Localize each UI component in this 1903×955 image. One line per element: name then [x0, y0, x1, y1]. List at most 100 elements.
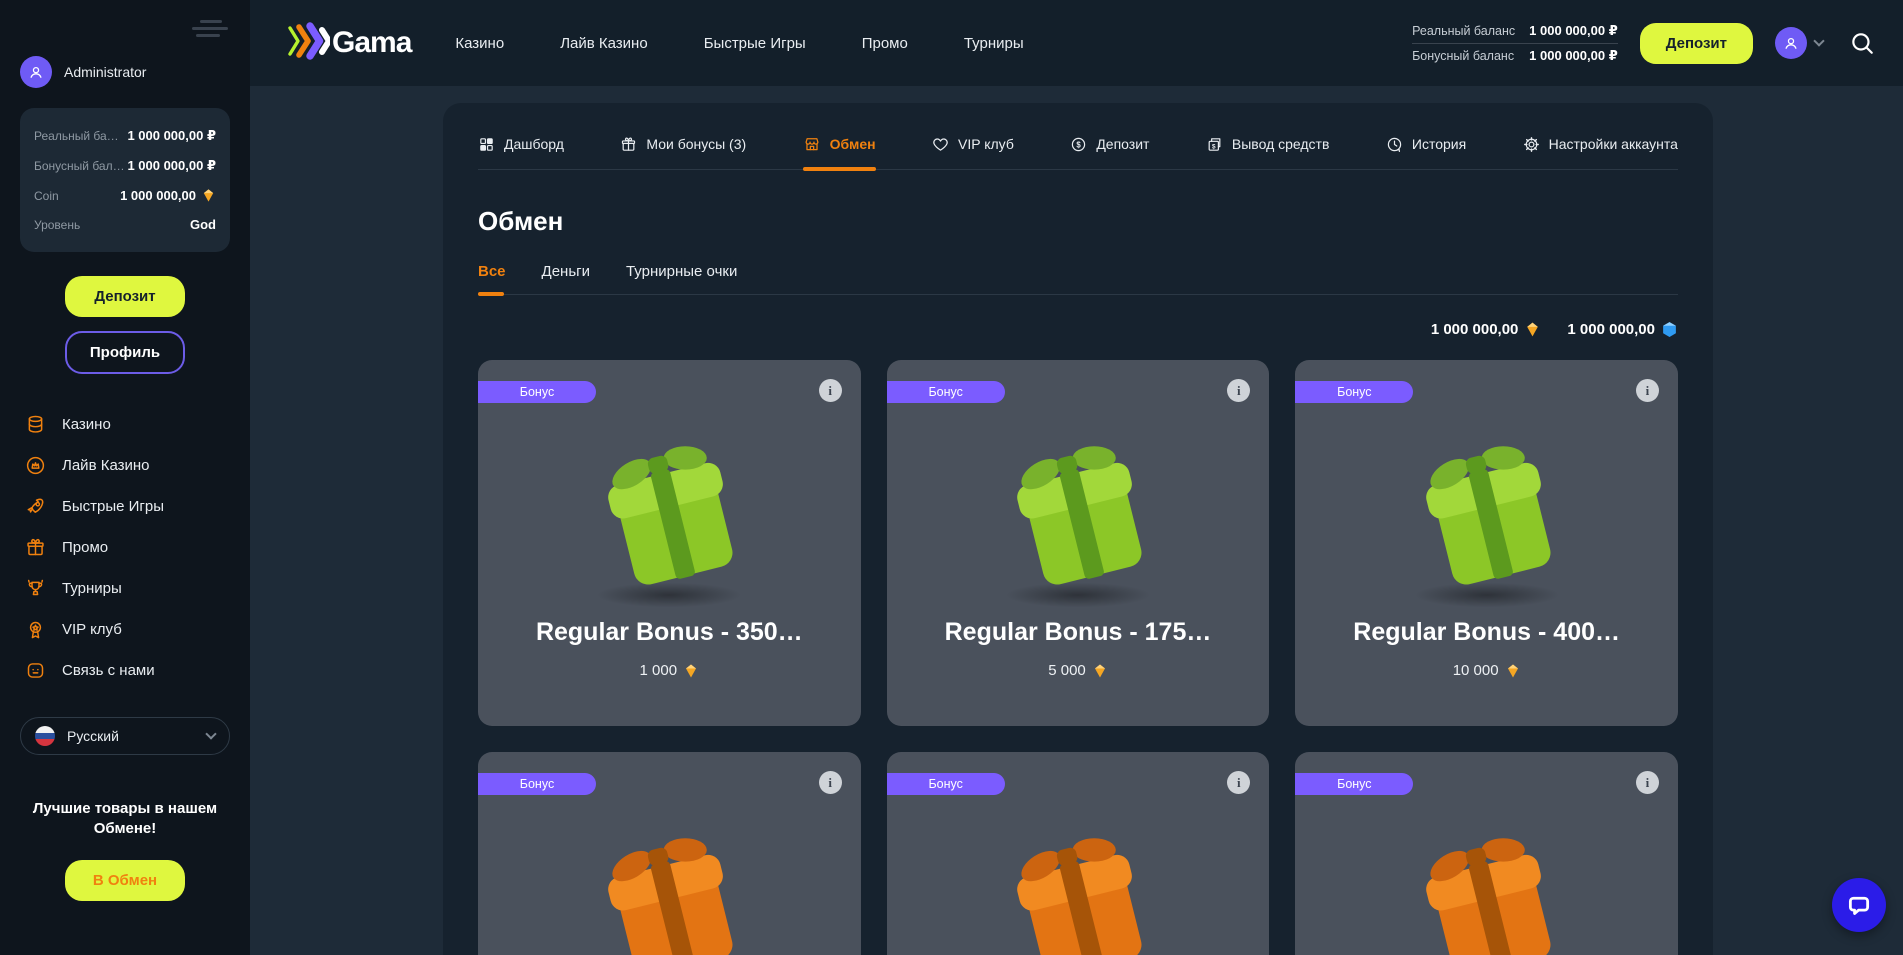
- dashboard-icon: [478, 136, 495, 153]
- sidebar-item-label: Быстрые Игры: [62, 498, 164, 515]
- real-balance-label: Реальный баланс: [1412, 24, 1515, 38]
- vip-club-icon: [932, 136, 949, 153]
- tab-vip-club[interactable]: VIP клуб: [932, 136, 1014, 169]
- hamburger-icon[interactable]: [188, 16, 228, 40]
- bonus-card[interactable]: Бонус i Regular Bonus - 175… 5 000: [887, 360, 1270, 726]
- info-icon[interactable]: i: [1636, 379, 1659, 402]
- gem-orange-icon: [201, 188, 216, 203]
- sidebar-item-promo[interactable]: Промо: [20, 527, 230, 568]
- russian-flag-icon: [35, 726, 55, 746]
- chat-widget-button[interactable]: [1832, 878, 1886, 932]
- sidebar-item-tournaments[interactable]: Турниры: [20, 568, 230, 609]
- top-header: Gama Казино Лайв Казино Быстрые Игры Про…: [250, 0, 1903, 86]
- search-button[interactable]: [1849, 30, 1875, 56]
- sidebar-item-casino[interactable]: Казино: [20, 404, 230, 445]
- stat-value: 1 000 000,00 ₽: [127, 128, 216, 144]
- tab-my-bonuses[interactable]: Мои бонусы (3): [620, 136, 746, 169]
- tab-dashboard[interactable]: Дашборд: [478, 136, 564, 169]
- gift-box-image: [579, 432, 759, 604]
- sidebar: Administrator Реальный ба… 1 000 000,00 …: [0, 0, 250, 955]
- promo-icon: [24, 537, 46, 558]
- gift-box-image: [988, 432, 1168, 604]
- bonus-card-title: Regular Bonus - 400…: [1295, 618, 1678, 647]
- nav-item-live-casino[interactable]: Лайв Казино: [560, 35, 648, 52]
- settings-icon: [1523, 136, 1540, 153]
- gama-logo[interactable]: Gama: [286, 22, 411, 64]
- tab-withdraw[interactable]: $ Вывод средств: [1206, 136, 1330, 169]
- subtab-tournament-points[interactable]: Турнирные очки: [626, 263, 737, 294]
- tab-exchange[interactable]: Обмен: [803, 135, 876, 169]
- sidebar-promo-text: Лучшие товары в нашем Обмене!: [20, 799, 230, 840]
- history-icon: [1386, 136, 1403, 153]
- tab-label: VIP клуб: [958, 136, 1014, 152]
- stat-row-bonus-balance: Бонусный бал… 1 000 000,00 ₽: [34, 151, 216, 181]
- nav-item-tournaments[interactable]: Турниры: [964, 35, 1024, 52]
- sidebar-item-fast-games[interactable]: Быстрые Игры: [20, 486, 230, 527]
- deposit-icon: $: [1070, 136, 1087, 153]
- bonus-badge: Бонус: [478, 773, 596, 795]
- sidebar-item-label: Промо: [62, 539, 108, 556]
- bonus-balance-label: Бонусный баланс: [1412, 49, 1514, 63]
- stat-label: Бонусный бал…: [34, 159, 125, 173]
- page-title: Обмен: [478, 206, 1678, 237]
- tab-label: Дашборд: [504, 136, 564, 152]
- bonus-card-title: Regular Bonus - 350…: [478, 618, 861, 647]
- bonus-card[interactable]: Бонус i: [887, 752, 1270, 955]
- user-avatar-icon: [1775, 27, 1807, 59]
- sidebar-item-label: Связь с нами: [62, 662, 155, 679]
- fast-games-icon: [24, 496, 46, 517]
- bonus-badge: Бонус: [1295, 773, 1413, 795]
- header-deposit-button[interactable]: Депозит: [1640, 23, 1753, 64]
- my-bonuses-icon: [620, 136, 637, 153]
- sidebar-deposit-button[interactable]: Депозит: [65, 276, 185, 317]
- bonus-card[interactable]: Бонус i: [478, 752, 861, 955]
- withdraw-icon: $: [1206, 136, 1223, 153]
- subtab-money[interactable]: Деньги: [542, 263, 590, 294]
- coin-balance: 1 000 000,00: [1431, 321, 1542, 338]
- stat-value: 1 000 000,00 ₽: [127, 158, 216, 174]
- sidebar-item-vip-club[interactable]: VIP клуб: [20, 609, 230, 650]
- tab-label: Вывод средств: [1232, 136, 1330, 152]
- chat-bubble-icon: [1845, 891, 1873, 919]
- sidebar-profile-button[interactable]: Профиль: [65, 331, 185, 374]
- bonus-card[interactable]: Бонус i Regular Bonus - 400… 10 000: [1295, 360, 1678, 726]
- info-icon[interactable]: i: [819, 771, 842, 794]
- info-icon[interactable]: i: [819, 379, 842, 402]
- user-avatar-icon: [20, 56, 52, 88]
- sidebar-item-live-casino[interactable]: Лайв Казино: [20, 445, 230, 486]
- nav-item-promo[interactable]: Промо: [862, 35, 908, 52]
- tournaments-icon: [24, 578, 46, 599]
- casino-icon: [24, 414, 46, 435]
- stat-value: God: [190, 217, 216, 232]
- tab-label: История: [1412, 136, 1466, 152]
- bonus-card-price: 10 000: [1295, 662, 1678, 679]
- bonus-balance-row: Бонусный баланс 1 000 000,00 ₽: [1412, 43, 1618, 68]
- tab-account-settings[interactable]: Настройки аккаунта: [1523, 136, 1678, 169]
- info-icon[interactable]: i: [1636, 771, 1659, 794]
- bonus-badge: Бонус: [887, 381, 1005, 403]
- bonus-card-price: 1 000: [478, 662, 861, 679]
- gem-orange-icon: [1092, 663, 1108, 679]
- bonus-card[interactable]: Бонус i Regular Bonus - 350… 1 000: [478, 360, 861, 726]
- info-icon[interactable]: i: [1227, 379, 1250, 402]
- stat-label: Уровень: [34, 218, 80, 232]
- go-to-exchange-button[interactable]: В Обмен: [65, 860, 185, 901]
- info-icon[interactable]: i: [1227, 771, 1250, 794]
- nav-item-casino[interactable]: Казино: [455, 35, 504, 52]
- chevron-down-icon: [1813, 35, 1824, 46]
- tab-history[interactable]: История: [1386, 136, 1466, 169]
- svg-text:$: $: [1077, 140, 1082, 149]
- bonus-card[interactable]: Бонус i: [1295, 752, 1678, 955]
- stat-row-level: Уровень God: [34, 210, 216, 239]
- sidebar-item-contact[interactable]: Связь с нами: [20, 650, 230, 691]
- language-label: Русский: [67, 728, 195, 744]
- language-selector[interactable]: Русский: [20, 717, 230, 755]
- logo-text: Gama: [332, 26, 411, 60]
- sidebar-user[interactable]: Administrator: [20, 56, 230, 88]
- stat-label: Реальный ба…: [34, 129, 119, 143]
- account-menu[interactable]: [1775, 27, 1823, 59]
- account-panel: Дашборд Мои бонусы (3) Обмен VIP клуб $ …: [443, 103, 1713, 955]
- nav-item-fast-games[interactable]: Быстрые Игры: [704, 35, 806, 52]
- tab-deposit[interactable]: $ Депозит: [1070, 136, 1149, 169]
- subtab-all[interactable]: Все: [478, 263, 506, 294]
